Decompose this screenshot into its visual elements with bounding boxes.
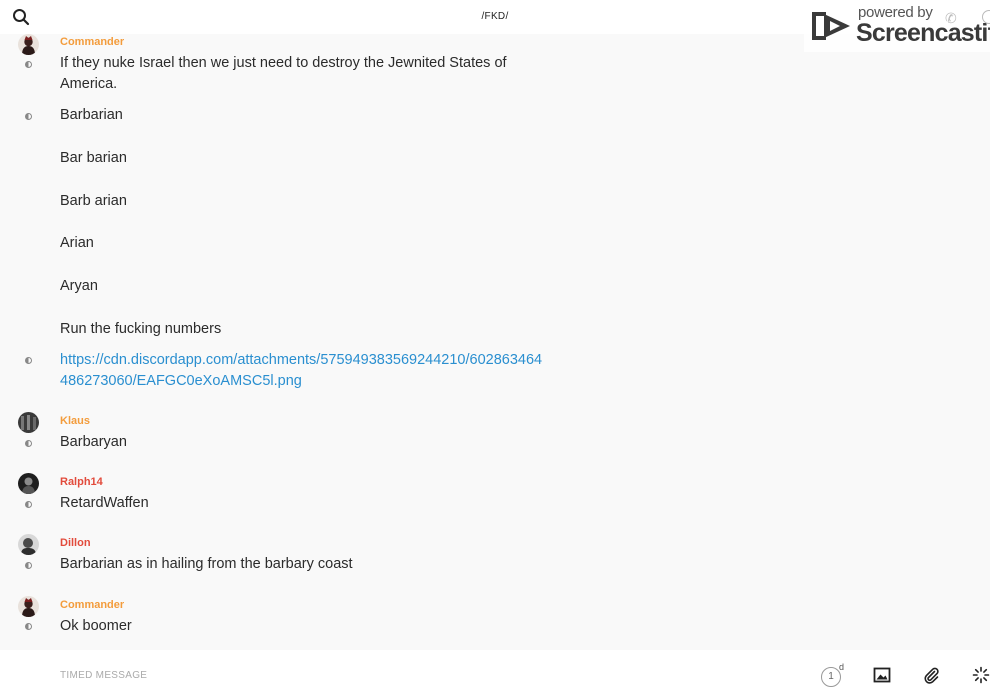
message-text: Barbarian as in hailing from the barbary… [60,556,353,572]
message-list: Commander If they nuke Israel then we ju… [0,34,990,650]
message-status-icon [25,357,32,364]
message-status-icon [25,440,32,447]
timer-unit: d [839,662,845,672]
message-status-icon [25,562,32,569]
image-icon[interactable] [873,666,891,684]
timer-value: 1 [821,667,841,687]
message-status-icon [25,61,32,68]
message-text: Barbaryan [60,434,127,450]
phone-icon[interactable]: ✆ [945,10,957,27]
message-text: Run the fucking numbers [60,321,222,337]
avatar[interactable] [18,534,39,555]
avatar[interactable] [18,412,39,433]
message-author[interactable]: Commander [60,36,124,48]
attachment-icon[interactable] [922,666,940,684]
message-author[interactable]: Commander [60,599,124,611]
message-text: Arian [60,235,94,251]
message-status-icon [25,501,32,508]
avatar[interactable] [18,473,39,494]
message-status-icon [25,623,32,630]
message-status-icon [25,113,32,120]
message-text: Ok boomer [60,618,132,634]
attachment-link[interactable]: https://cdn.discordapp.com/attachments/5… [60,350,550,392]
message-input[interactable] [60,660,660,690]
loading-spinner-icon[interactable] [972,666,990,684]
info-icon[interactable] [982,10,990,24]
message-author[interactable]: Ralph14 [60,476,103,488]
message-text: Bar barian [60,150,127,166]
message-composer: 1 d [0,650,990,700]
message-author[interactable]: Dillon [60,537,91,549]
message-text: RetardWaffen [60,495,149,511]
message-text: Barbarian [60,107,123,123]
avatar[interactable] [18,34,39,55]
message-text: Aryan [60,278,98,294]
timer-button[interactable]: 1 d [821,662,847,687]
avatar[interactable] [18,596,39,617]
message-text: Barb arian [60,193,127,209]
message-author[interactable]: Klaus [60,415,90,427]
message-text: If they nuke Israel then we just need to… [60,55,507,92]
